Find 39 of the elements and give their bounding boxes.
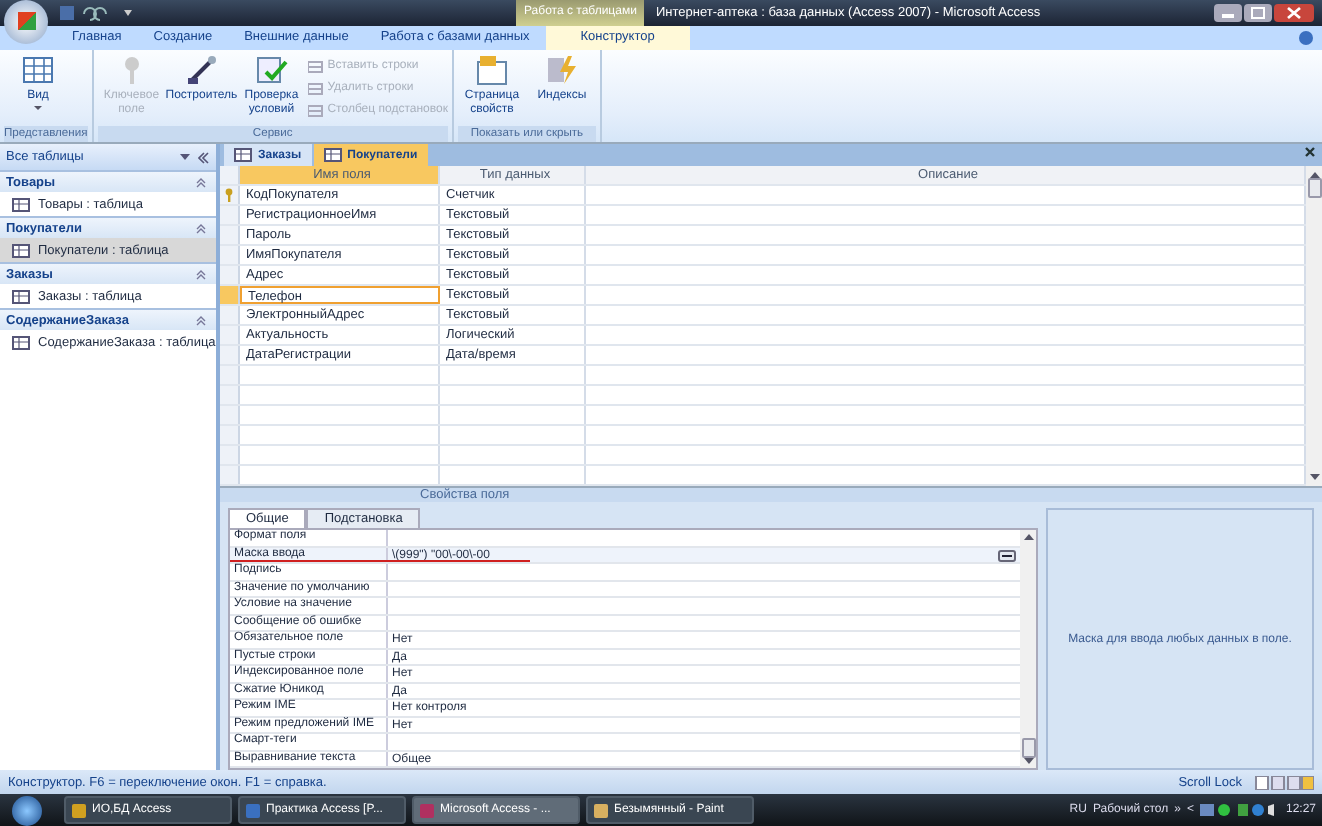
quick-access-toolbar-icons[interactable] (58, 4, 138, 22)
maximize-icon[interactable] (1244, 4, 1272, 22)
office-button[interactable] (4, 0, 48, 43)
collapse-icon[interactable] (196, 315, 206, 326)
help-icon[interactable] (1298, 30, 1314, 46)
close-icon[interactable] (1304, 146, 1316, 159)
scrollbar-thumb[interactable] (1307, 178, 1321, 199)
app-icon (72, 803, 86, 818)
table-icon (234, 148, 252, 163)
tray-icons[interactable] (1199, 802, 1276, 819)
scrollbar-thumb[interactable] (1021, 738, 1035, 759)
app-icon (420, 803, 434, 818)
collapse-icon[interactable] (198, 151, 210, 164)
table-rows-icon (307, 59, 324, 73)
view-switch-icons[interactable] (1254, 775, 1314, 790)
scroll-up-icon[interactable] (1023, 532, 1033, 541)
collapse-icon[interactable] (196, 223, 206, 234)
app-icon (594, 803, 608, 818)
table-icon (323, 148, 342, 163)
table-grid-icon (20, 54, 56, 86)
app-icon (246, 803, 260, 818)
dropdown-icon[interactable] (180, 153, 190, 162)
table-icon (12, 289, 30, 304)
table-rows-icon (307, 103, 324, 117)
property-sheet-icon (473, 54, 510, 86)
row-selector[interactable] (220, 186, 240, 205)
table-icon (12, 335, 30, 350)
minimize-icon[interactable] (1214, 4, 1242, 22)
table-icon (12, 243, 30, 258)
start-button[interactable] (12, 795, 42, 826)
collapse-icon[interactable] (196, 177, 206, 188)
lightning-icon (543, 54, 580, 86)
builder-button[interactable] (998, 549, 1016, 562)
table-rows-icon (307, 81, 324, 95)
collapse-icon[interactable] (196, 269, 206, 280)
dropdown-arrow-icon[interactable] (34, 105, 42, 109)
checkmark-form-icon (253, 54, 290, 86)
table-icon (12, 197, 30, 212)
close-icon[interactable] (1274, 4, 1314, 22)
